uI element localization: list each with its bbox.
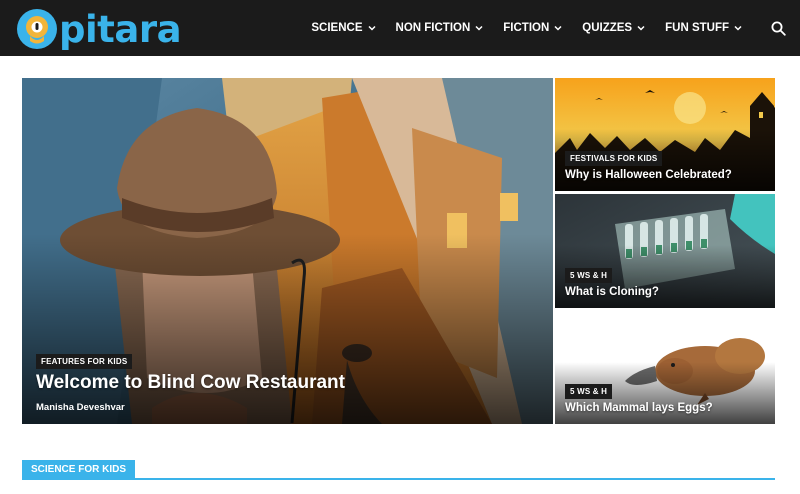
category-badge[interactable]: FEATURES FOR KIDS [36, 354, 133, 369]
nav-item-label: NON FICTION [395, 22, 471, 34]
chevron-down-icon [554, 25, 562, 31]
category-badge[interactable]: FESTIVALS FOR KIDS [565, 151, 663, 166]
image-gradient-overlay [22, 233, 553, 424]
side-post[interactable]: FESTIVALS FOR KIDS Why is Halloween Cele… [555, 78, 775, 191]
side-post-title[interactable]: Why is Halloween Celebrated? [565, 169, 732, 181]
nav-item-label: QUIZZES [582, 22, 633, 34]
chevron-down-icon [367, 25, 376, 31]
nav-item-science[interactable]: SCIENCE [301, 0, 385, 56]
nav-item-label: FICTION [503, 22, 550, 34]
category-badge[interactable]: 5 WS & H [565, 384, 613, 399]
featured-post[interactable]: FEATURES FOR KIDS Welcome to Blind Cow R… [22, 78, 553, 424]
nav-item-label: SCIENCE [311, 22, 363, 34]
site-name: pitara [59, 7, 182, 51]
logo-mark-icon [17, 9, 57, 49]
nav-item-label: FUN STUFF [665, 22, 729, 34]
nav-item-quizzes[interactable]: QUIZZES [572, 0, 655, 56]
featured-post-title[interactable]: Welcome to Blind Cow Restaurant [36, 372, 345, 394]
category-badge[interactable]: 5 WS & H [565, 268, 613, 283]
side-post-title[interactable]: What is Cloning? [565, 286, 659, 298]
chevron-down-icon [637, 25, 645, 31]
nav-item-non-fiction[interactable]: NON FICTION [386, 0, 494, 56]
section-heading[interactable]: SCIENCE FOR KIDS [22, 460, 136, 480]
nav-item-fun-stuff[interactable]: FUN STUFF [655, 0, 752, 56]
side-post-title[interactable]: Which Mammal lays Eggs? [565, 402, 713, 414]
site-logo[interactable]: pitara [16, 7, 182, 51]
search-button[interactable] [756, 0, 800, 56]
side-post[interactable]: 5 WS & H What is Cloning? [555, 194, 775, 308]
nav-item-fiction[interactable]: FICTION [493, 0, 572, 56]
main-nav: SCIENCE NON FICTION FICTION QUIZZES FUN … [301, 0, 800, 56]
chevron-down-icon [734, 25, 742, 31]
search-icon [771, 21, 786, 36]
side-post[interactable]: 5 WS & H Which Mammal lays Eggs? [555, 311, 775, 424]
site-header: pitara SCIENCE NON FICTION FICTION QUIZZ… [0, 0, 800, 56]
post-author[interactable]: Manisha Deveshvar [36, 402, 125, 413]
chevron-down-icon [475, 25, 483, 31]
